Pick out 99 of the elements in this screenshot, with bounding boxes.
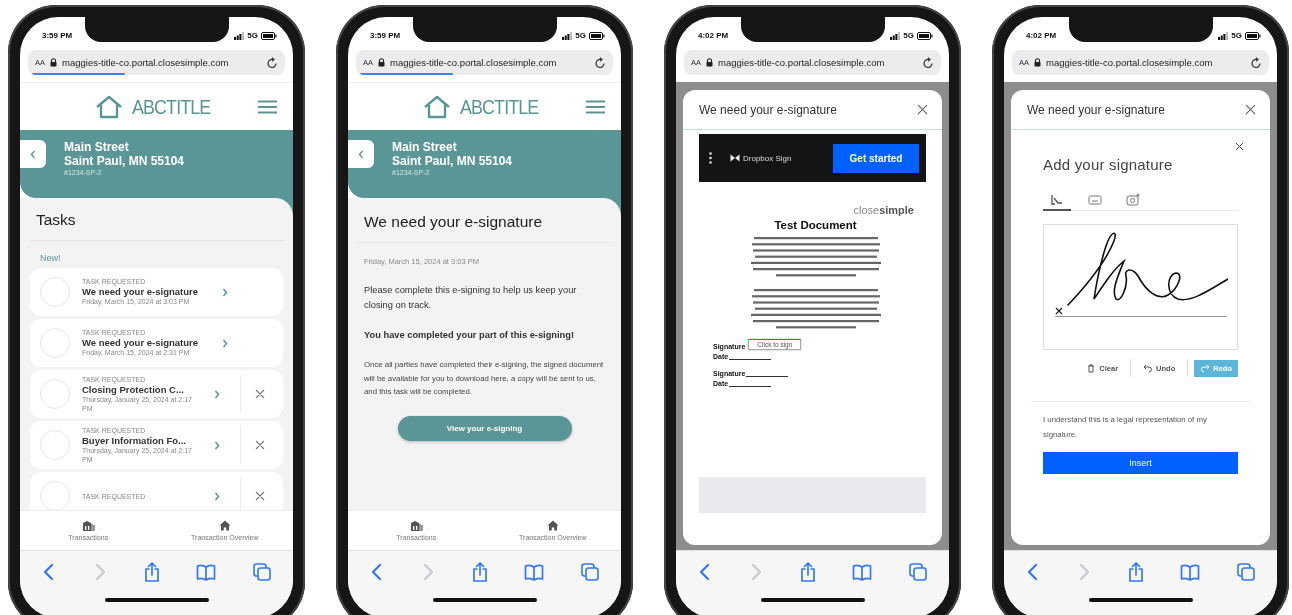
- status-time: 3:59 PM: [370, 31, 401, 40]
- pen-icon: [1050, 192, 1064, 206]
- insert-button[interactable]: Insert: [1043, 452, 1238, 474]
- back-icon[interactable]: [1026, 563, 1040, 581]
- brand-logo: ABCTITLE: [460, 94, 539, 119]
- home-icon: [546, 520, 559, 531]
- home-icon: [218, 520, 231, 531]
- task-title: We need your e-signature: [82, 337, 199, 350]
- book-icon[interactable]: [524, 563, 545, 581]
- tabs-icon[interactable]: [1237, 563, 1255, 581]
- dismiss-icon[interactable]: [255, 491, 265, 501]
- property-street: Main Street: [392, 140, 458, 154]
- back-icon[interactable]: [42, 563, 56, 581]
- close-icon[interactable]: [917, 104, 928, 115]
- tabs-icon[interactable]: [581, 563, 599, 581]
- chevron-right-icon[interactable]: [222, 338, 228, 348]
- share-icon[interactable]: [799, 562, 816, 582]
- network-label: 5G: [247, 31, 258, 40]
- trash-icon: [1086, 363, 1097, 373]
- network-label: 5G: [1231, 31, 1242, 40]
- page-title: We need your e-signature: [363, 212, 544, 232]
- signal-icon: [562, 31, 573, 40]
- dialog-title: Add your signature: [1043, 156, 1174, 173]
- status-time: 3:59 PM: [42, 31, 73, 40]
- property-street: Main Street: [64, 140, 130, 154]
- reload-icon[interactable]: [1251, 56, 1262, 69]
- buildings-icon: [409, 520, 423, 531]
- property-city: Saint Paul, MN 55104: [392, 154, 513, 168]
- share-icon[interactable]: [143, 562, 160, 582]
- battery-icon: [1245, 31, 1261, 40]
- status-time: 4:02 PM: [1026, 31, 1057, 40]
- url-text: maggies-title-co.portal.closesimple.com: [1046, 57, 1214, 68]
- signal-icon: [1218, 31, 1229, 40]
- url-text: maggies-title-co.portal.closesimple.com: [718, 57, 886, 68]
- tabs-icon[interactable]: [253, 563, 271, 581]
- task-title: Closing Protection C...: [82, 384, 185, 396]
- battery-icon: [589, 31, 605, 40]
- task-title: Buyer Information Fo...: [82, 435, 187, 447]
- chevron-right-icon[interactable]: [214, 491, 220, 501]
- reload-icon[interactable]: [267, 56, 278, 69]
- signal-icon: [234, 31, 245, 40]
- completion-notice: You have completed your part of this e-signing!: [363, 329, 576, 342]
- book-icon[interactable]: [852, 563, 873, 581]
- page-title: Tasks: [35, 210, 77, 230]
- menu-icon[interactable]: [586, 100, 605, 114]
- battery-icon: [261, 31, 277, 40]
- status-time: 4:02 PM: [698, 31, 729, 40]
- menu-icon[interactable]: [258, 100, 277, 114]
- get-started-button[interactable]: Get started: [833, 143, 919, 173]
- property-city: Saint Paul, MN 55104: [64, 154, 185, 168]
- more-options-icon[interactable]: [709, 152, 712, 164]
- buildings-icon: [81, 520, 95, 531]
- undo-icon: [1143, 363, 1154, 373]
- signal-icon: [890, 31, 901, 40]
- redo-icon: [1200, 363, 1211, 373]
- lock-icon: [706, 58, 713, 67]
- chevron-right-icon[interactable]: [214, 440, 220, 450]
- bowtie-icon: [730, 154, 740, 162]
- share-icon[interactable]: [471, 562, 488, 582]
- modal-title: We need your e-signature: [699, 102, 837, 117]
- url-text: maggies-title-co.portal.closesimple.com: [62, 57, 230, 68]
- house-icon: [95, 94, 124, 119]
- close-icon[interactable]: [1245, 104, 1256, 115]
- modal-title: We need your e-signature: [1027, 102, 1165, 117]
- close-icon[interactable]: [1235, 142, 1244, 151]
- brand-logo: ABCTITLE: [132, 94, 211, 119]
- battery-icon: [917, 31, 933, 40]
- document-logo: closesimple: [852, 204, 915, 216]
- back-icon[interactable]: [370, 563, 384, 581]
- house-icon: [423, 94, 452, 119]
- chevron-left-icon: [358, 149, 364, 159]
- lock-icon: [50, 58, 57, 67]
- chevron-right-icon[interactable]: [214, 389, 220, 399]
- book-icon[interactable]: [196, 563, 217, 581]
- section-label: New!: [39, 252, 62, 263]
- network-label: 5G: [903, 31, 914, 40]
- task-title: We need your e-signature: [82, 286, 199, 299]
- chevron-left-icon: [30, 149, 36, 159]
- document-title: Test Document: [773, 219, 858, 231]
- lock-icon: [378, 58, 385, 67]
- camera-icon: [1126, 192, 1140, 206]
- lock-icon: [1034, 58, 1041, 67]
- reload-icon[interactable]: [923, 56, 934, 69]
- network-label: 5G: [575, 31, 586, 40]
- keyboard-icon: [1088, 192, 1102, 206]
- book-icon[interactable]: [1180, 563, 1201, 581]
- back-icon[interactable]: [698, 563, 712, 581]
- dismiss-icon[interactable]: [255, 389, 265, 399]
- message-text: Please complete this e-signing to help us keep your closing on track.: [363, 284, 578, 312]
- back-button[interactable]: [348, 140, 374, 168]
- signature-pad[interactable]: [1043, 224, 1238, 350]
- tabs-icon[interactable]: [909, 563, 927, 581]
- share-icon[interactable]: [1127, 562, 1144, 582]
- dismiss-icon[interactable]: [255, 440, 265, 450]
- brand-name: Dropbox Sign: [743, 153, 792, 163]
- chevron-right-icon[interactable]: [222, 287, 228, 297]
- reload-icon[interactable]: [595, 56, 606, 69]
- back-button[interactable]: [20, 140, 46, 168]
- url-text: maggies-title-co.portal.closesimple.com: [390, 57, 558, 68]
